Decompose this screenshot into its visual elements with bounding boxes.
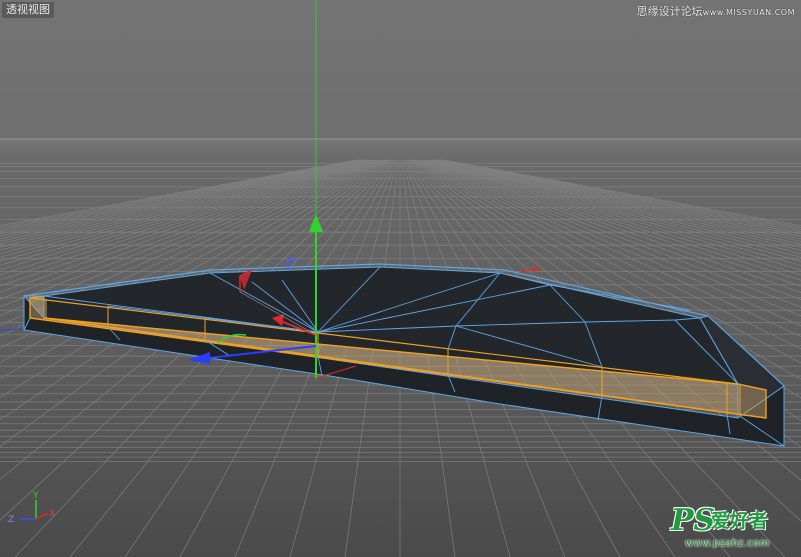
- watermark-missyuan: 思缘设计论坛www.MISSYUAN.COM: [637, 5, 795, 20]
- axis-indicator: Y Z X: [8, 491, 55, 525]
- extruded-object[interactable]: [23, 263, 785, 447]
- watermark-ps-logo: PS: [671, 503, 716, 538]
- scene-canvas[interactable]: Y Z X: [0, 0, 801, 557]
- watermark-text: 思缘设计论坛: [636, 5, 703, 18]
- axis-label-x: X: [49, 509, 55, 519]
- watermark-chinese: 爱好者: [711, 510, 769, 532]
- view-label[interactable]: 透视视图: [2, 2, 54, 18]
- axis-label-y: Y: [32, 491, 39, 501]
- watermark-url: www.MISSYUAN.COM: [702, 8, 795, 17]
- watermark-psahz: PS 爱好者 www.psahz.com: [671, 505, 795, 553]
- axis-label-z: Z: [8, 515, 14, 525]
- axis-indicator-x: [35, 512, 49, 520]
- 3d-viewport[interactable]: Y Z X 透视视图 思缘设计论坛www.MISSYUAN.COM PS 爱好者…: [0, 0, 801, 557]
- watermark-url-bottom: www.psahz.com: [685, 538, 770, 549]
